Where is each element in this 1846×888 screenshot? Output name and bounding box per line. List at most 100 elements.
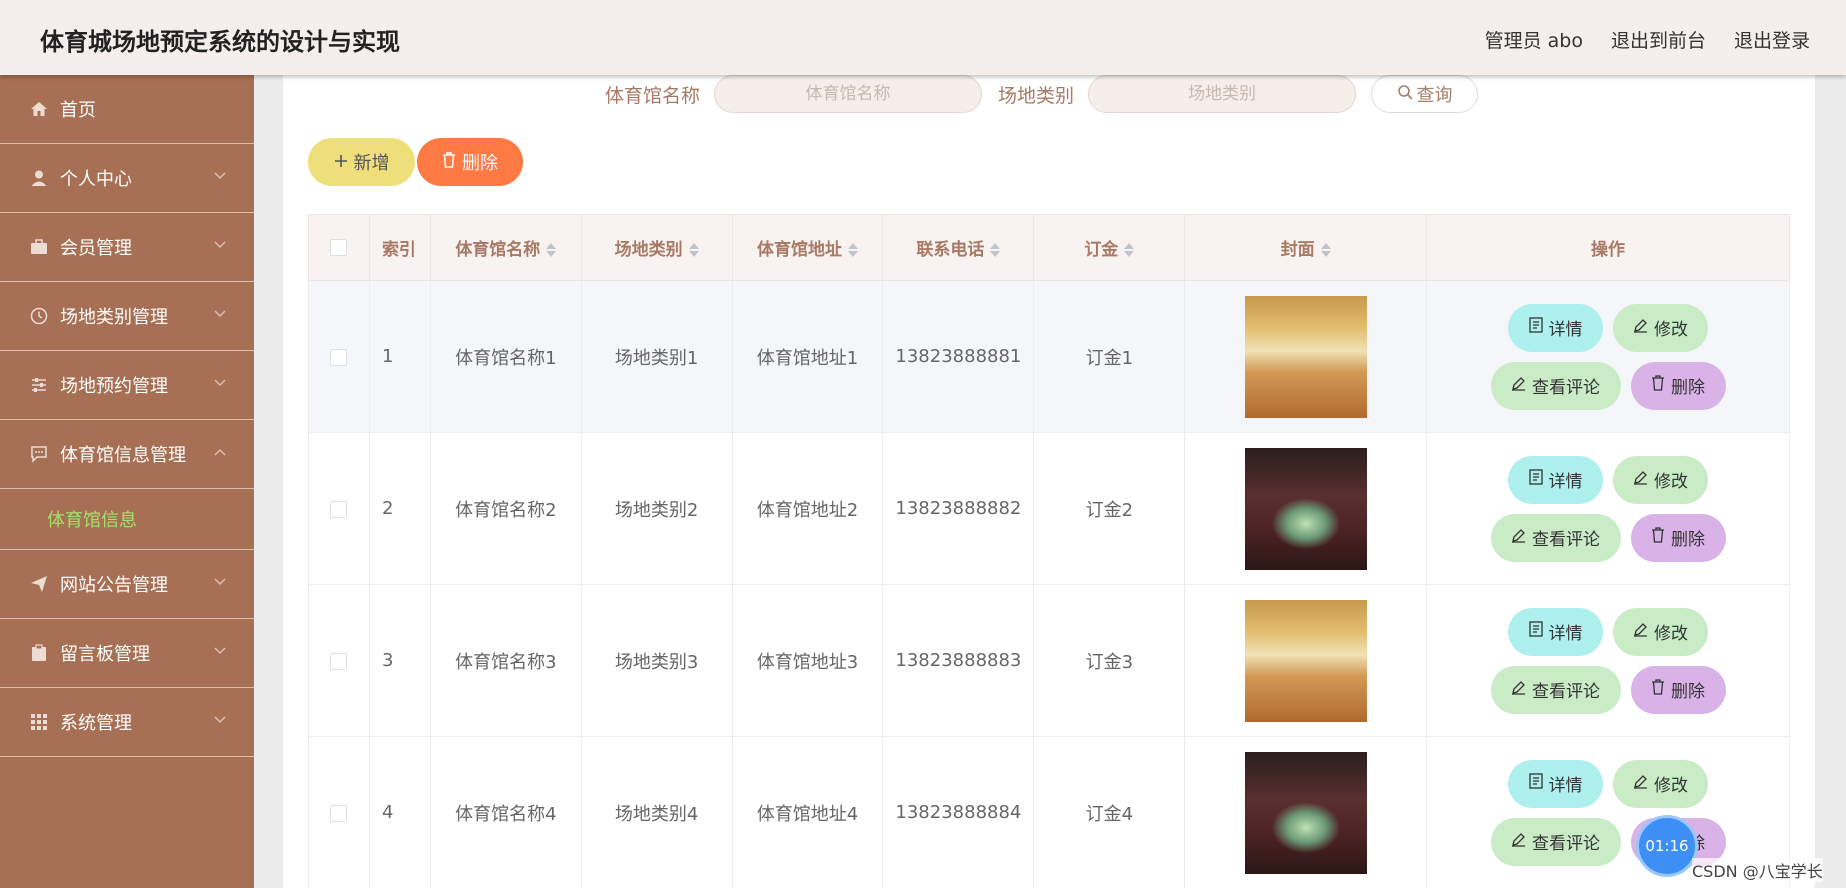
- add-button[interactable]: 新增: [308, 138, 415, 186]
- pencil-icon: [1511, 832, 1526, 852]
- batch-delete-button[interactable]: 删除: [417, 138, 523, 186]
- sort-icon[interactable]: [688, 242, 699, 258]
- detail-button[interactable]: 详情: [1508, 303, 1604, 352]
- sidebar-subitem-gym-info[interactable]: 体育馆信息: [0, 489, 254, 550]
- sidebar-item-system-management[interactable]: 系统管理: [0, 688, 254, 757]
- sidebar-item-gym-info-management[interactable]: 体育馆信息管理: [0, 420, 254, 489]
- header-cover[interactable]: 封面: [1184, 214, 1428, 281]
- chevron-down-icon: [212, 712, 228, 728]
- detail-button[interactable]: 详情: [1508, 607, 1604, 656]
- pencil-icon: [1511, 528, 1526, 548]
- table-row[interactable]: 4 体育馆名称4 场地类别4 体育馆地址4 13823888884 订金4 详情 修改 查看评论…: [308, 736, 1790, 888]
- csdn-watermark: CSDN @八宝学长: [1692, 858, 1823, 882]
- search-type-group: 场地类别 场地类别: [998, 75, 1357, 113]
- edit-label: 修改: [1654, 624, 1689, 644]
- row-checkbox[interactable]: [330, 500, 348, 518]
- sidebar-item-personal-center[interactable]: 个人中心: [0, 144, 254, 213]
- view-reviews-button[interactable]: 查看评论: [1490, 361, 1621, 410]
- select-all-checkbox[interactable]: [330, 239, 348, 256]
- row-delete-button[interactable]: 删除: [1630, 665, 1726, 714]
- cell-cover: [1184, 432, 1428, 585]
- sort-icon[interactable]: [1124, 242, 1135, 258]
- row-select-cell: [308, 584, 370, 737]
- cell-deposit: 订金3: [1033, 584, 1186, 737]
- search-name-group: 体育馆名称 体育馆名称: [605, 75, 983, 113]
- sort-icon[interactable]: [546, 242, 557, 258]
- chevron-down-icon: [212, 168, 228, 184]
- query-button[interactable]: 查询: [1371, 75, 1478, 113]
- exit-to-front-link[interactable]: 退出到前台: [1611, 26, 1706, 53]
- sidebar-item-member-management[interactable]: 会员管理: [0, 213, 254, 282]
- clipboard-icon: [28, 642, 50, 664]
- row-checkbox[interactable]: [330, 804, 348, 822]
- detail-label: 详情: [1548, 624, 1583, 644]
- gym-name-search-input[interactable]: 体育馆名称: [714, 75, 983, 113]
- venue-type-search-input[interactable]: 场地类别: [1088, 75, 1357, 113]
- sidebar-item-message-board-management[interactable]: 留言板管理: [0, 619, 254, 688]
- sidebar-item-announcement-management[interactable]: 网站公告管理: [0, 550, 254, 619]
- cell-phone: 13823888881: [882, 280, 1035, 433]
- row-checkbox[interactable]: [330, 652, 348, 670]
- cell-deposit: 订金4: [1033, 736, 1186, 888]
- sliders-icon: [28, 374, 50, 396]
- pencil-icon: [1511, 680, 1526, 700]
- header-venue-type[interactable]: 场地类别: [580, 214, 733, 281]
- edit-button[interactable]: 修改: [1613, 455, 1709, 504]
- logout-link[interactable]: 退出登录: [1734, 26, 1810, 53]
- cell-index: 4: [368, 736, 431, 888]
- row-select-cell: [308, 432, 370, 585]
- edit-button[interactable]: 修改: [1613, 303, 1709, 352]
- query-button-label: 查询: [1416, 85, 1453, 106]
- cover-image[interactable]: [1244, 751, 1367, 874]
- view-reviews-button[interactable]: 查看评论: [1490, 817, 1621, 866]
- pencil-icon: [1633, 774, 1648, 794]
- cell-venue-type: 场地类别1: [580, 280, 733, 433]
- grid-icon: [28, 711, 50, 733]
- sidebar-item-label: 会员管理: [60, 238, 132, 259]
- cell-address: 体育馆地址1: [731, 280, 884, 433]
- cover-image[interactable]: [1244, 599, 1367, 722]
- sidebar-item-label: 留言板管理: [60, 644, 150, 665]
- sidebar-item-home[interactable]: 首页: [0, 75, 254, 144]
- view-reviews-button[interactable]: 查看评论: [1490, 665, 1621, 714]
- row-delete-button[interactable]: 删除: [1630, 513, 1726, 562]
- cell-phone: 13823888884: [882, 736, 1035, 888]
- cell-venue-type: 场地类别2: [580, 432, 733, 585]
- row-delete-button[interactable]: 删除: [1630, 361, 1726, 410]
- review-label: 查看评论: [1532, 682, 1601, 702]
- header-phone[interactable]: 联系电话: [882, 214, 1035, 281]
- row-checkbox[interactable]: [330, 348, 348, 366]
- view-reviews-button[interactable]: 查看评论: [1490, 513, 1621, 562]
- edit-button[interactable]: 修改: [1613, 607, 1709, 656]
- cell-actions: 详情 修改查看评论 删除: [1426, 584, 1790, 737]
- detail-label: 详情: [1548, 472, 1583, 492]
- pencil-icon: [1511, 376, 1526, 396]
- pencil-icon: [1633, 470, 1648, 490]
- cell-venue-type: 场地类别3: [580, 584, 733, 737]
- table-row[interactable]: 2 体育馆名称2 场地类别2 体育馆地址2 13823888882 订金2 详情 修改 查看评论…: [308, 432, 1790, 585]
- review-label: 查看评论: [1532, 378, 1601, 398]
- header-gym-name[interactable]: 体育馆名称: [429, 214, 582, 281]
- sort-icon[interactable]: [848, 242, 858, 258]
- table-row[interactable]: 1 体育馆名称1 场地类别1 体育馆地址1 13823888881 订金1 详情 修改 查看评论…: [308, 280, 1790, 433]
- sidebar-item-venue-type-management[interactable]: 场地类别管理: [0, 282, 254, 351]
- table-row[interactable]: 3 体育馆名称3 场地类别3 体育馆地址3 13823888883 订金3 详情 修改 查看评论…: [308, 584, 1790, 737]
- cell-deposit: 订金1: [1033, 280, 1186, 433]
- briefcase-icon: [28, 236, 50, 258]
- document-icon: [1528, 317, 1543, 338]
- sort-icon[interactable]: [1320, 242, 1331, 258]
- edit-label: 修改: [1654, 320, 1689, 340]
- edit-button[interactable]: 修改: [1613, 759, 1709, 808]
- header-address[interactable]: 体育馆地址: [731, 214, 884, 281]
- sort-icon[interactable]: [990, 242, 1001, 258]
- header-deposit[interactable]: 订金: [1033, 214, 1186, 281]
- detail-button[interactable]: 详情: [1508, 759, 1604, 808]
- sidebar-item-venue-booking-management[interactable]: 场地预约管理: [0, 351, 254, 420]
- cover-image[interactable]: [1244, 295, 1367, 418]
- detail-button[interactable]: 详情: [1508, 455, 1604, 504]
- cell-gym-name: 体育馆名称1: [429, 280, 582, 433]
- cell-address: 体育馆地址2: [731, 432, 884, 585]
- cover-image[interactable]: [1244, 447, 1367, 570]
- trash-icon: [1651, 679, 1665, 700]
- sidebar-item-label: 个人中心: [60, 169, 132, 190]
